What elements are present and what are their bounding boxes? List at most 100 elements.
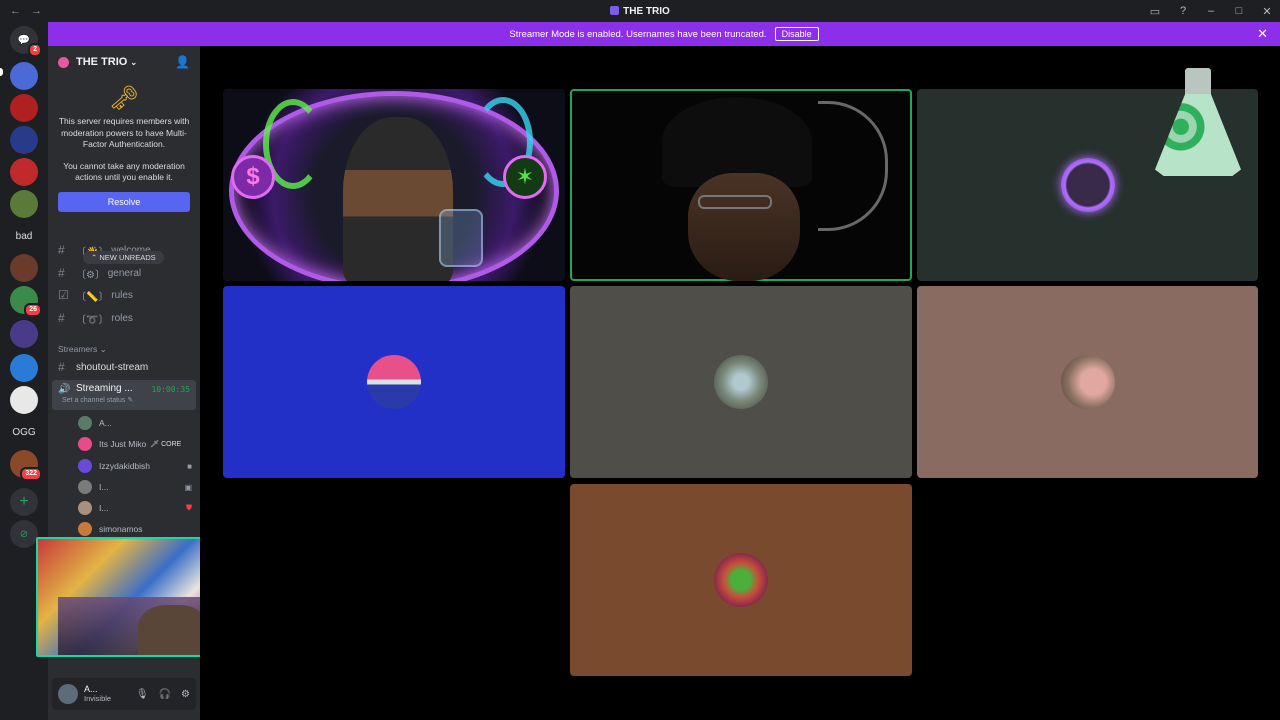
user-panel: A... Invisible 🎙 🎧 ⚙ xyxy=(52,678,196,710)
guild-header[interactable]: THE TRIO ⌄ 👤 xyxy=(48,46,200,78)
server-icon[interactable] xyxy=(10,158,38,186)
voice-member[interactable]: I... ⛊ xyxy=(78,498,192,518)
streamer-figure xyxy=(343,117,453,281)
video-tile-cam2[interactable] xyxy=(570,89,912,281)
mfa-notice: 🗝 This server requires members with mode… xyxy=(48,78,200,212)
voice-timer: 10:00:35 xyxy=(151,385,190,394)
participant-avatar xyxy=(367,355,421,409)
hash-icon: # xyxy=(58,311,65,325)
screen-icon: ▣ xyxy=(184,482,192,492)
user-info[interactable]: A... Invisible xyxy=(84,684,111,704)
headphones-icon[interactable]: 🎧 xyxy=(159,689,171,700)
voice-member[interactable]: Izzydakidbish ■ xyxy=(78,456,192,476)
dollar-icon: $ xyxy=(231,155,275,199)
server-icon[interactable] xyxy=(10,254,38,282)
microphone-icon[interactable]: 🎙 xyxy=(136,689,149,700)
hash-icon: # xyxy=(58,360,65,374)
server-text-ogg[interactable]: OGG xyxy=(10,418,38,446)
video-tile-user5[interactable] xyxy=(570,286,912,478)
mfa-text: This server requires members with modera… xyxy=(58,116,190,149)
category-streamers[interactable]: Streamers ⌄ xyxy=(58,344,107,355)
server-icon[interactable] xyxy=(10,94,38,122)
avatar xyxy=(78,522,92,536)
guild-name: THE TRIO xyxy=(76,56,128,68)
window-controls: ▭ ? – □ ✕ xyxy=(1148,0,1274,22)
flask-overlay xyxy=(1155,68,1241,176)
mfa-text-2: You cannot take any moderation actions u… xyxy=(63,160,185,183)
leaf-icon: ✶ xyxy=(503,155,547,199)
server-icon[interactable] xyxy=(10,386,38,414)
video-tile-user7[interactable] xyxy=(570,484,912,676)
avatar xyxy=(78,416,92,430)
channel-roles[interactable]: # 〔➰〕 roles xyxy=(52,308,196,328)
disable-button[interactable]: Disable xyxy=(774,27,819,41)
participant-avatar xyxy=(1060,158,1115,212)
video-stage: $ ✶ xyxy=(200,46,1280,720)
video-tile-user4[interactable] xyxy=(223,286,565,478)
voice-channel-streaming[interactable]: 🔊 Streaming ... 10:00:35 Set a channel s… xyxy=(52,380,196,410)
camera-icon: ■ xyxy=(187,461,192,471)
video-tile-user6[interactable] xyxy=(917,286,1258,478)
server-icon[interactable]: 26 xyxy=(10,286,42,317)
participant-avatar xyxy=(714,355,768,409)
maximize-icon[interactable]: □ xyxy=(1232,5,1246,17)
invite-icon[interactable]: 👤 xyxy=(175,55,190,69)
user-controls: 🎙 🎧 ⚙ xyxy=(136,689,190,700)
server-badge: 322 xyxy=(20,467,42,481)
title-bar: ← → THE TRIO ▭ ? – □ ✕ xyxy=(0,0,1280,22)
add-server-icon[interactable]: + xyxy=(10,488,38,516)
chevron-down-icon: ⌄ xyxy=(130,57,138,67)
channel-shoutout-stream[interactable]: # shoutout-stream xyxy=(52,357,196,377)
video-tile-cam1[interactable]: $ ✶ xyxy=(223,89,565,281)
jar xyxy=(439,209,483,267)
forward-arrow-icon[interactable]: → xyxy=(31,5,42,17)
user-avatar[interactable] xyxy=(58,684,78,704)
glasses xyxy=(698,195,772,209)
inbox-icon[interactable]: ▭ xyxy=(1148,5,1162,18)
rules-icon: ☑ xyxy=(58,288,69,302)
overlay-person xyxy=(138,605,208,655)
server-icon[interactable] xyxy=(10,126,38,154)
banner-close-icon[interactable]: ✕ xyxy=(1257,26,1268,42)
home-badge: 2 xyxy=(28,43,42,57)
core-tag: 🗡 CORE xyxy=(150,441,182,448)
banner-message: Streamer Mode is enabled. Usernames have… xyxy=(509,28,767,40)
avatar xyxy=(78,459,92,473)
face xyxy=(688,173,800,281)
participant-avatar xyxy=(1060,355,1115,409)
app-logo-icon xyxy=(610,5,620,15)
flask-body xyxy=(1155,94,1241,176)
channel-rules[interactable]: ☑ 〔📏〕 rules xyxy=(52,285,196,305)
help-icon[interactable]: ? xyxy=(1176,5,1190,17)
server-badge: 26 xyxy=(24,303,42,317)
server-icon[interactable] xyxy=(10,320,38,348)
gear-icon[interactable]: ⚙ xyxy=(181,689,190,700)
voice-member[interactable]: A... xyxy=(78,413,192,433)
close-icon[interactable]: ✕ xyxy=(1260,5,1274,18)
server-icon[interactable] xyxy=(10,354,38,382)
nav-buttons: ← → xyxy=(0,5,42,17)
voice-member[interactable]: simonamos xyxy=(78,519,192,539)
home-discord-icon[interactable]: 💬 2 xyxy=(10,26,42,57)
key-icon: 🗝 xyxy=(108,85,140,112)
hash-icon: # xyxy=(58,266,65,280)
resolve-button[interactable]: Resolve xyxy=(58,191,190,212)
channel-status-link[interactable]: Set a channel status ✎ xyxy=(58,396,190,404)
voice-member[interactable]: I... ▣ xyxy=(78,477,192,497)
server-icon[interactable]: 322 xyxy=(10,450,42,481)
participant-avatar xyxy=(714,553,768,607)
selected-pill xyxy=(0,68,3,76)
minimize-icon[interactable]: – xyxy=(1204,5,1218,17)
speaker-icon: 🔊 xyxy=(58,384,71,395)
window-title: THE TRIO xyxy=(0,5,1280,17)
headset xyxy=(818,101,888,231)
server-icon[interactable] xyxy=(10,190,38,218)
server-icon[interactable] xyxy=(10,62,38,90)
server-text-bad[interactable]: bad xyxy=(10,222,38,250)
back-arrow-icon[interactable]: ← xyxy=(10,5,21,17)
channel-general[interactable]: # 〔⚙〕 general xyxy=(52,263,196,283)
voice-member[interactable]: Its Just Miko 🗡 CORE xyxy=(78,434,192,454)
discover-icon[interactable]: ⊘ xyxy=(10,520,38,548)
guild-home-icon xyxy=(58,56,69,68)
flask-neck xyxy=(1185,68,1211,98)
